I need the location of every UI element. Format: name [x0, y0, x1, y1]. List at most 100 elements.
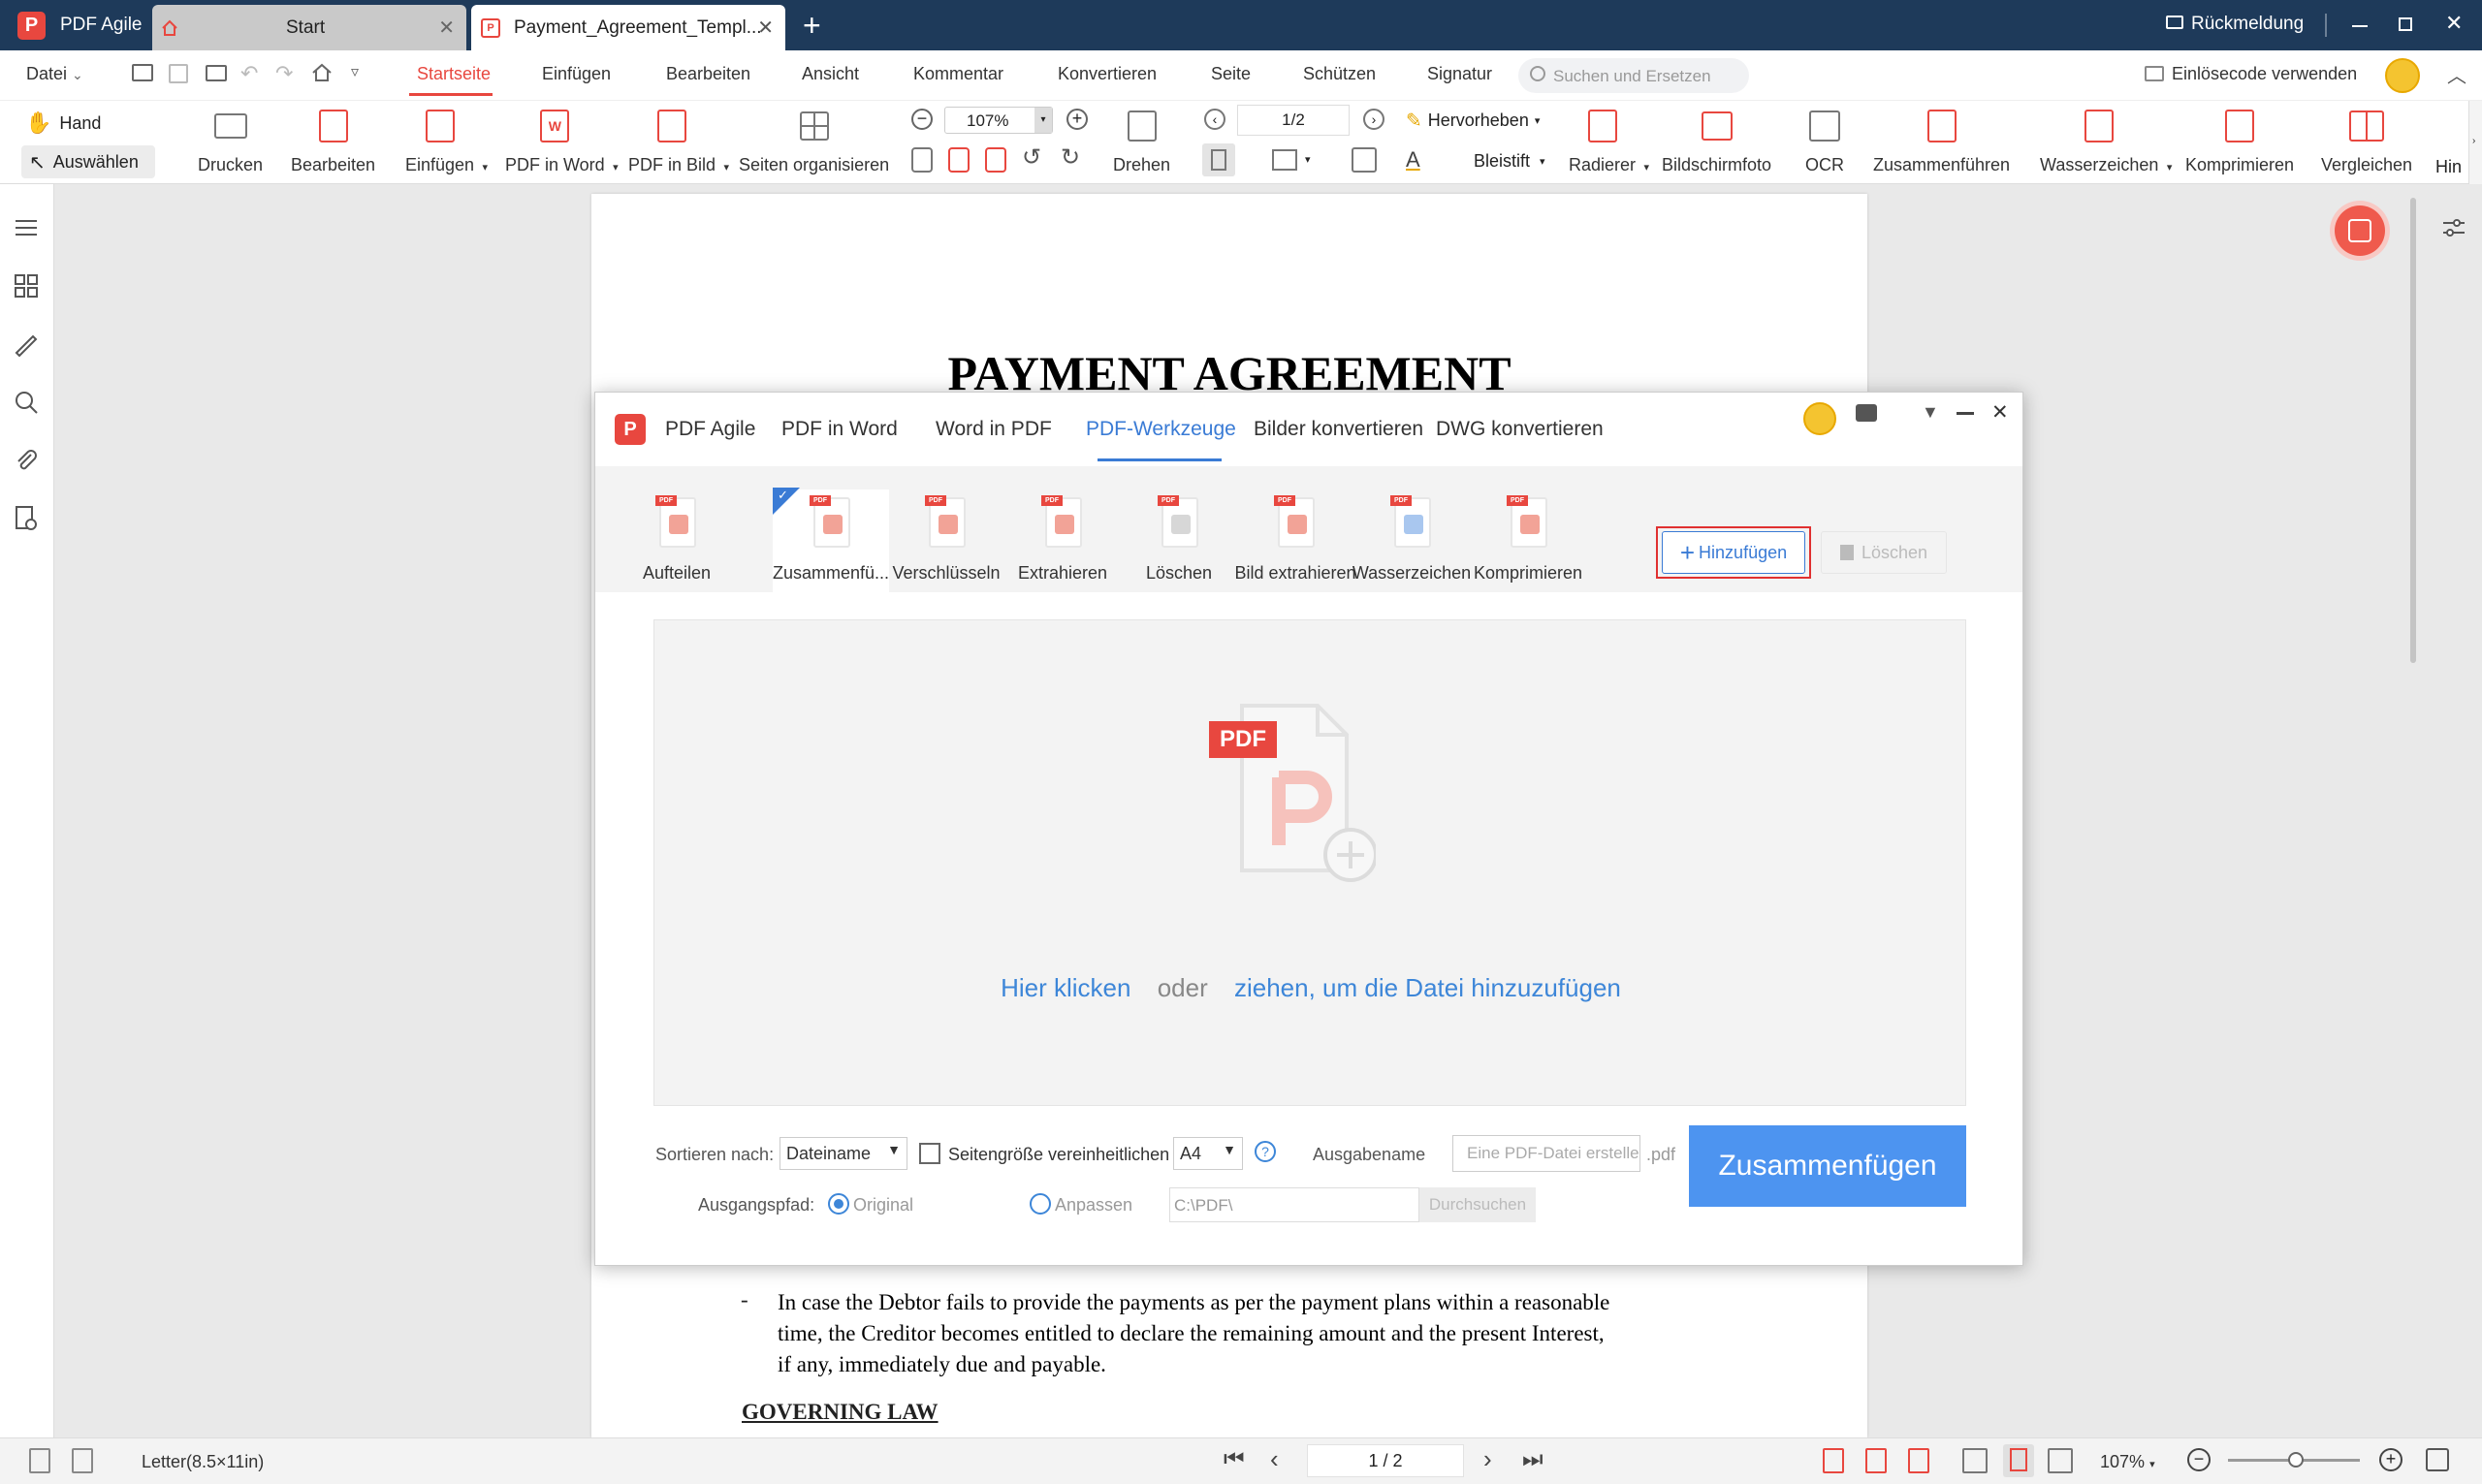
zoom-level[interactable]: 107% ▾ [2100, 1452, 2155, 1472]
dialog-tab-pdf-tools[interactable]: PDF-Werkzeuge [1086, 418, 1236, 441]
menu-ansicht[interactable]: Ansicht [802, 64, 859, 84]
actual-size-icon[interactable] [911, 147, 933, 173]
fit-width-icon[interactable] [985, 147, 1006, 173]
ribbon-scroll[interactable]: › [2468, 101, 2482, 184]
insert-button[interactable]: Einfügen ▾ [405, 107, 488, 175]
dialog-tab-pdf-in-word[interactable]: PDF in Word [781, 418, 898, 441]
tab-document[interactable]: P Payment_Agreement_Templ... ✕ [471, 5, 785, 50]
zoom-out-icon[interactable]: − [911, 109, 933, 130]
close-tab-icon[interactable]: ✕ [438, 16, 455, 40]
dialog-tab-word-in-pdf[interactable]: Word in PDF [936, 418, 1052, 441]
message-icon[interactable] [1856, 404, 1877, 422]
scroll-mode-icon[interactable] [1962, 1448, 1988, 1473]
more-tools-label[interactable]: Hin [2435, 157, 2462, 177]
search-panel-icon[interactable] [12, 388, 41, 417]
collapse-ribbon-icon[interactable]: ︿ [2447, 60, 2466, 88]
compress-button[interactable]: Komprimieren [2185, 107, 2294, 175]
thumbnails-icon[interactable] [12, 271, 41, 300]
add-file-button[interactable]: + Hinzufügen [1662, 531, 1805, 574]
pencil-button[interactable]: Bleistift ▾ [1474, 151, 1545, 172]
feedback-link[interactable]: Rückmeldung [2191, 14, 2304, 35]
double-page-view-icon[interactable] [1272, 149, 1297, 171]
tool-encrypt[interactable]: PDF Verschlüsseln [888, 489, 1004, 592]
restore-icon[interactable] [2399, 17, 2412, 31]
zoom-in-status-icon[interactable]: + [2379, 1448, 2402, 1471]
close-tab-icon[interactable]: ✕ [757, 16, 774, 40]
menu-signatur[interactable]: Signatur [1427, 64, 1492, 84]
radio-custom[interactable] [1030, 1193, 1051, 1215]
tool-extract[interactable]: PDF Extrahieren [1004, 489, 1121, 592]
unify-page-size-checkbox[interactable] [919, 1143, 940, 1164]
scroll-view-icon[interactable] [1352, 147, 1377, 173]
eraser-button[interactable]: Radierer ▾ [1569, 107, 1649, 175]
file-drop-zone[interactable]: PDF Hier klicken oder ziehen, um die Dat… [653, 619, 1966, 1106]
browse-button[interactable]: Durchsuchen [1419, 1187, 1536, 1222]
zoom-out-status-icon[interactable]: − [2187, 1448, 2211, 1471]
dialog-minimize-icon[interactable] [1957, 412, 1974, 415]
actual-size-status-icon[interactable] [1823, 1448, 1844, 1473]
drag-hint-link[interactable]: ziehen, um die Datei hinzuzufügen [1234, 973, 1621, 1002]
tool-delete-pages[interactable]: PDF Löschen [1121, 489, 1237, 592]
signature-icon[interactable] [12, 330, 41, 359]
screenshot-button[interactable]: Bildschirmfoto [1662, 107, 1771, 175]
ocr-button[interactable]: OCR [1805, 107, 1844, 175]
menu-seite[interactable]: Seite [1211, 64, 1251, 84]
new-tab-icon[interactable]: + [803, 8, 821, 44]
redo-icon[interactable]: ↷ [275, 61, 293, 86]
menu-lines-icon[interactable] [12, 213, 41, 242]
menu-einfuegen[interactable]: Einfügen [542, 64, 611, 84]
dialog-tab-images[interactable]: Bilder konvertieren [1254, 418, 1423, 441]
print-button[interactable]: Drucken [198, 107, 263, 175]
highlight-button[interactable]: ✎ Hervorheben ▾ [1406, 109, 1540, 133]
pdf-to-word-button[interactable]: W PDF in Word ▾ [505, 107, 619, 175]
page-settings-icon[interactable] [12, 504, 41, 533]
tool-watermark[interactable]: PDF Wasserzeichen [1352, 489, 1471, 592]
fit-page-icon[interactable] [948, 147, 970, 173]
sort-select[interactable]: Dateiname ▼ [780, 1137, 907, 1170]
menu-bearbeiten[interactable]: Bearbeiten [666, 64, 750, 84]
menu-schuetzen[interactable]: Schützen [1303, 64, 1376, 84]
next-page-icon[interactable]: › [1363, 109, 1384, 130]
page-size-select[interactable]: A4 ▼ [1173, 1137, 1243, 1170]
page-input[interactable]: 1/2 [1237, 105, 1350, 136]
merge-submit-button[interactable]: Zusammenfügen [1689, 1125, 1966, 1207]
output-path-input[interactable]: C:\PDF\ [1169, 1187, 1419, 1222]
menu-kommentar[interactable]: Kommentar [913, 64, 1003, 84]
fit-width-status-icon[interactable] [1908, 1448, 1929, 1473]
page-number-input[interactable]: 1 / 2 [1307, 1444, 1464, 1477]
menu-konvertieren[interactable]: Konvertieren [1058, 64, 1157, 84]
radio-original[interactable] [828, 1193, 849, 1215]
single-page-view-icon[interactable] [1202, 143, 1235, 176]
zoom-select[interactable]: 107% ▾ [944, 107, 1053, 134]
edit-button[interactable]: Bearbeiten [291, 107, 375, 175]
dialog-menu-icon[interactable]: ▼ [1922, 402, 1939, 423]
organize-pages-button[interactable]: Seiten organisieren [739, 107, 889, 175]
view-dropdown-icon[interactable]: ▾ [1305, 153, 1311, 166]
attachment-icon[interactable] [12, 446, 41, 475]
save-icon[interactable] [169, 64, 188, 83]
dialog-user-avatar[interactable] [1803, 402, 1836, 435]
next-page-icon[interactable]: › [1483, 1444, 1492, 1474]
prev-page-icon[interactable]: ‹ [1204, 109, 1225, 130]
print-small-icon[interactable] [206, 65, 227, 81]
previous-page-icon[interactable]: ‹ [1270, 1444, 1279, 1474]
user-avatar[interactable] [2385, 58, 2420, 93]
fullscreen-icon[interactable] [2426, 1448, 2449, 1471]
tab-start[interactable]: Start ✕ [152, 5, 466, 50]
pdf-to-image-button[interactable]: PDF in Bild ▾ [628, 107, 729, 175]
tool-extract-images[interactable]: PDF Bild extrahieren [1234, 489, 1356, 592]
search-box[interactable]: Suchen und Ersetzen [1518, 58, 1749, 93]
help-icon[interactable]: ? [1255, 1141, 1276, 1162]
two-page-mode-icon[interactable] [2048, 1448, 2073, 1473]
dialog-close-icon[interactable]: ✕ [1991, 400, 2009, 425]
compare-button[interactable]: Vergleichen [2321, 107, 2412, 175]
menu-startseite[interactable]: Startseite [417, 64, 491, 84]
single-page-mode-icon[interactable] [2003, 1444, 2034, 1477]
click-here-link[interactable]: Hier klicken [1001, 973, 1130, 1002]
rotate-button[interactable]: Drehen [1113, 107, 1170, 175]
last-page-icon[interactable]: ⏭ [1522, 1446, 1543, 1473]
tool-merge[interactable]: PDF Zusammenfü... [773, 489, 889, 592]
page-nav-icon[interactable] [29, 1448, 50, 1473]
fit-page-status-icon[interactable] [1865, 1448, 1887, 1473]
first-page-icon[interactable]: ⏮ [1224, 1446, 1245, 1473]
